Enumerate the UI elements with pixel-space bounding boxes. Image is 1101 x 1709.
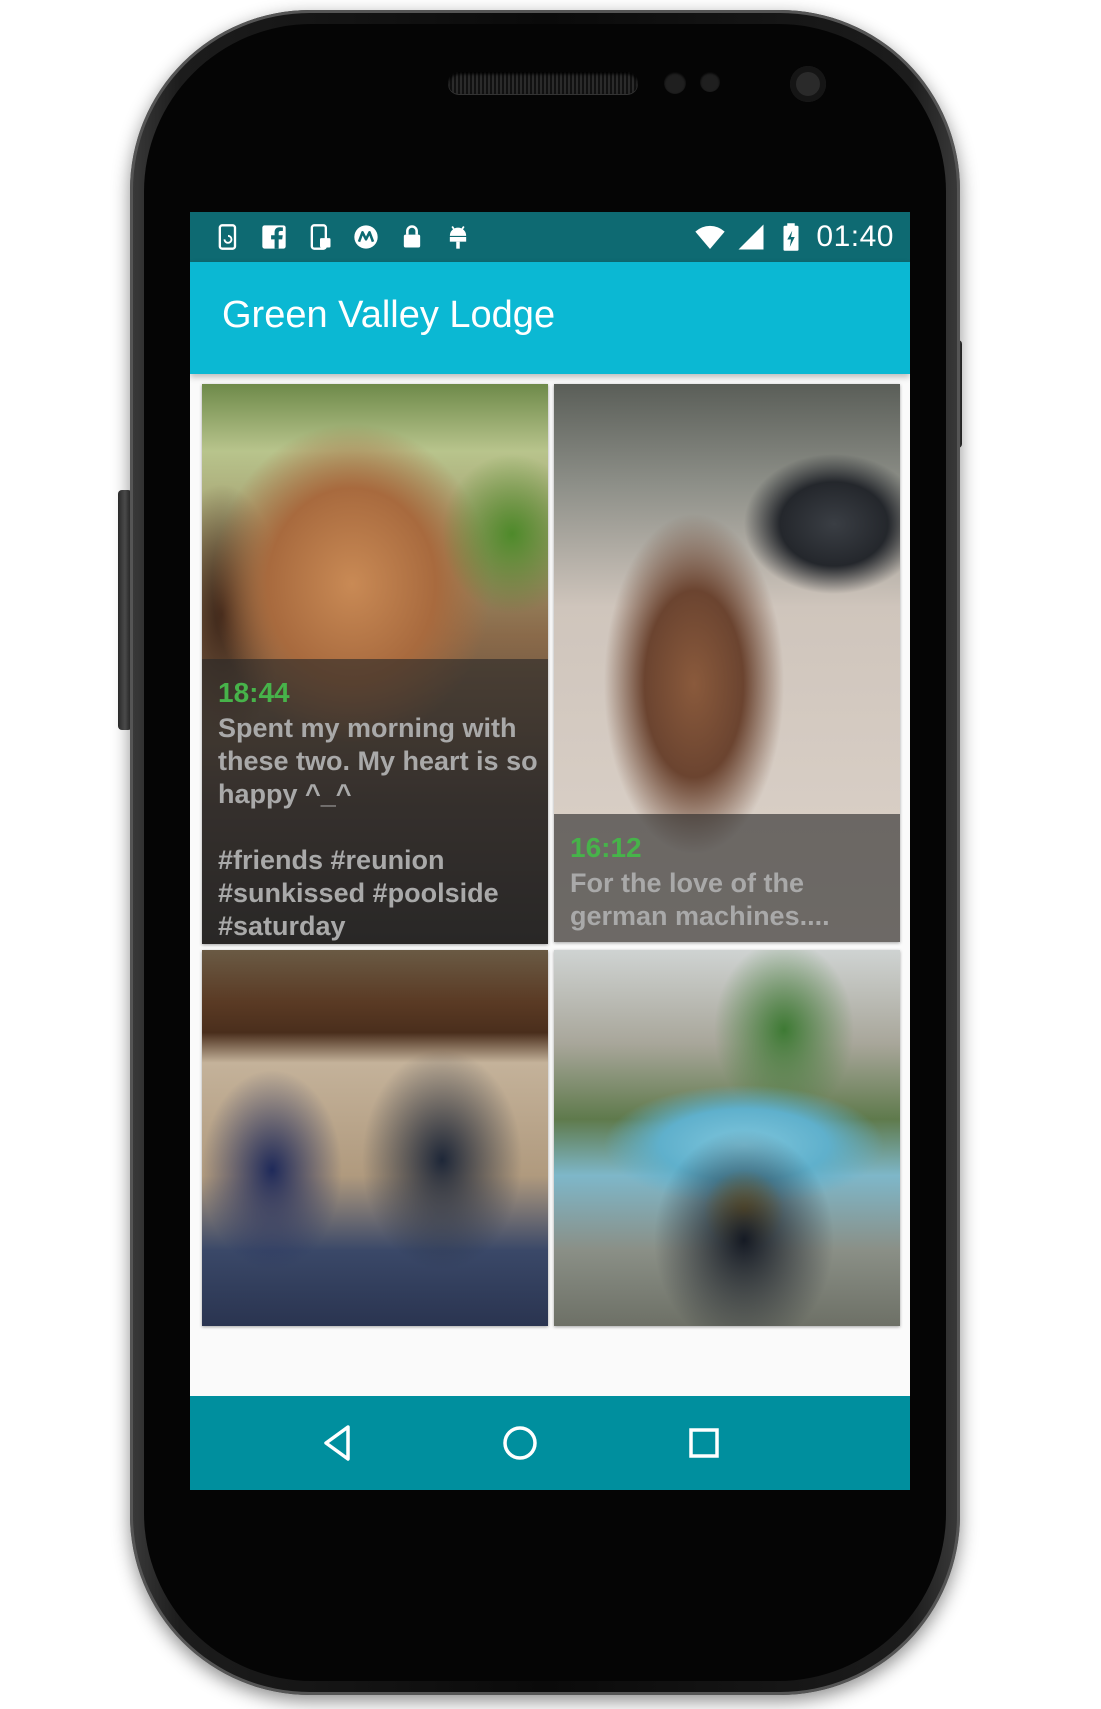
post-card[interactable] bbox=[554, 950, 900, 1326]
post-overlay: 16:12 For the love of the german machine… bbox=[554, 814, 900, 942]
post-time: 18:44 bbox=[218, 677, 290, 708]
post-photo bbox=[554, 950, 900, 1326]
recents-icon[interactable] bbox=[680, 1419, 728, 1467]
navigation-bar bbox=[190, 1396, 910, 1490]
notification-icons bbox=[214, 212, 472, 262]
facebook-icon bbox=[262, 225, 286, 249]
phone-sync-icon bbox=[218, 224, 237, 250]
android-icon bbox=[449, 226, 467, 249]
post-overlay: 18:44 Spent my morning with these two. M… bbox=[202, 659, 548, 944]
device-mockup: 01:40 Green Valley Lodge 18:44 Spent my … bbox=[0, 0, 1101, 1709]
home-icon[interactable] bbox=[496, 1419, 544, 1467]
post-caption: Spent my morning with these two. My hear… bbox=[218, 713, 538, 941]
post-card[interactable]: 18:44 Spent my morning with these two. M… bbox=[202, 384, 548, 944]
post-caption: For the love of the german machines.... bbox=[570, 868, 830, 931]
post-time: 16:12 bbox=[570, 832, 642, 863]
light-sensor bbox=[700, 72, 720, 92]
screen: 01:40 Green Valley Lodge 18:44 Spent my … bbox=[190, 212, 910, 1490]
status-time: 01:40 bbox=[816, 220, 894, 253]
post-photo bbox=[202, 950, 548, 1326]
status-bar: 01:40 bbox=[190, 212, 910, 262]
front-camera bbox=[790, 66, 826, 102]
phone-lock-icon bbox=[310, 224, 331, 250]
back-icon[interactable] bbox=[314, 1419, 362, 1467]
cellular-signal-icon bbox=[738, 224, 764, 250]
battery-charging-icon bbox=[783, 223, 799, 251]
wifi-icon bbox=[695, 225, 726, 249]
system-icons: 01:40 bbox=[694, 212, 894, 262]
lock-icon bbox=[403, 225, 421, 248]
proximity-sensor bbox=[664, 72, 686, 94]
earpiece-speaker bbox=[448, 72, 638, 94]
motorola-icon bbox=[354, 225, 378, 249]
post-card[interactable]: 16:12 For the love of the german machine… bbox=[554, 384, 900, 942]
app-title: Green Valley Lodge bbox=[222, 294, 556, 336]
app-bar: Green Valley Lodge bbox=[190, 262, 910, 374]
post-card[interactable] bbox=[202, 950, 548, 1326]
